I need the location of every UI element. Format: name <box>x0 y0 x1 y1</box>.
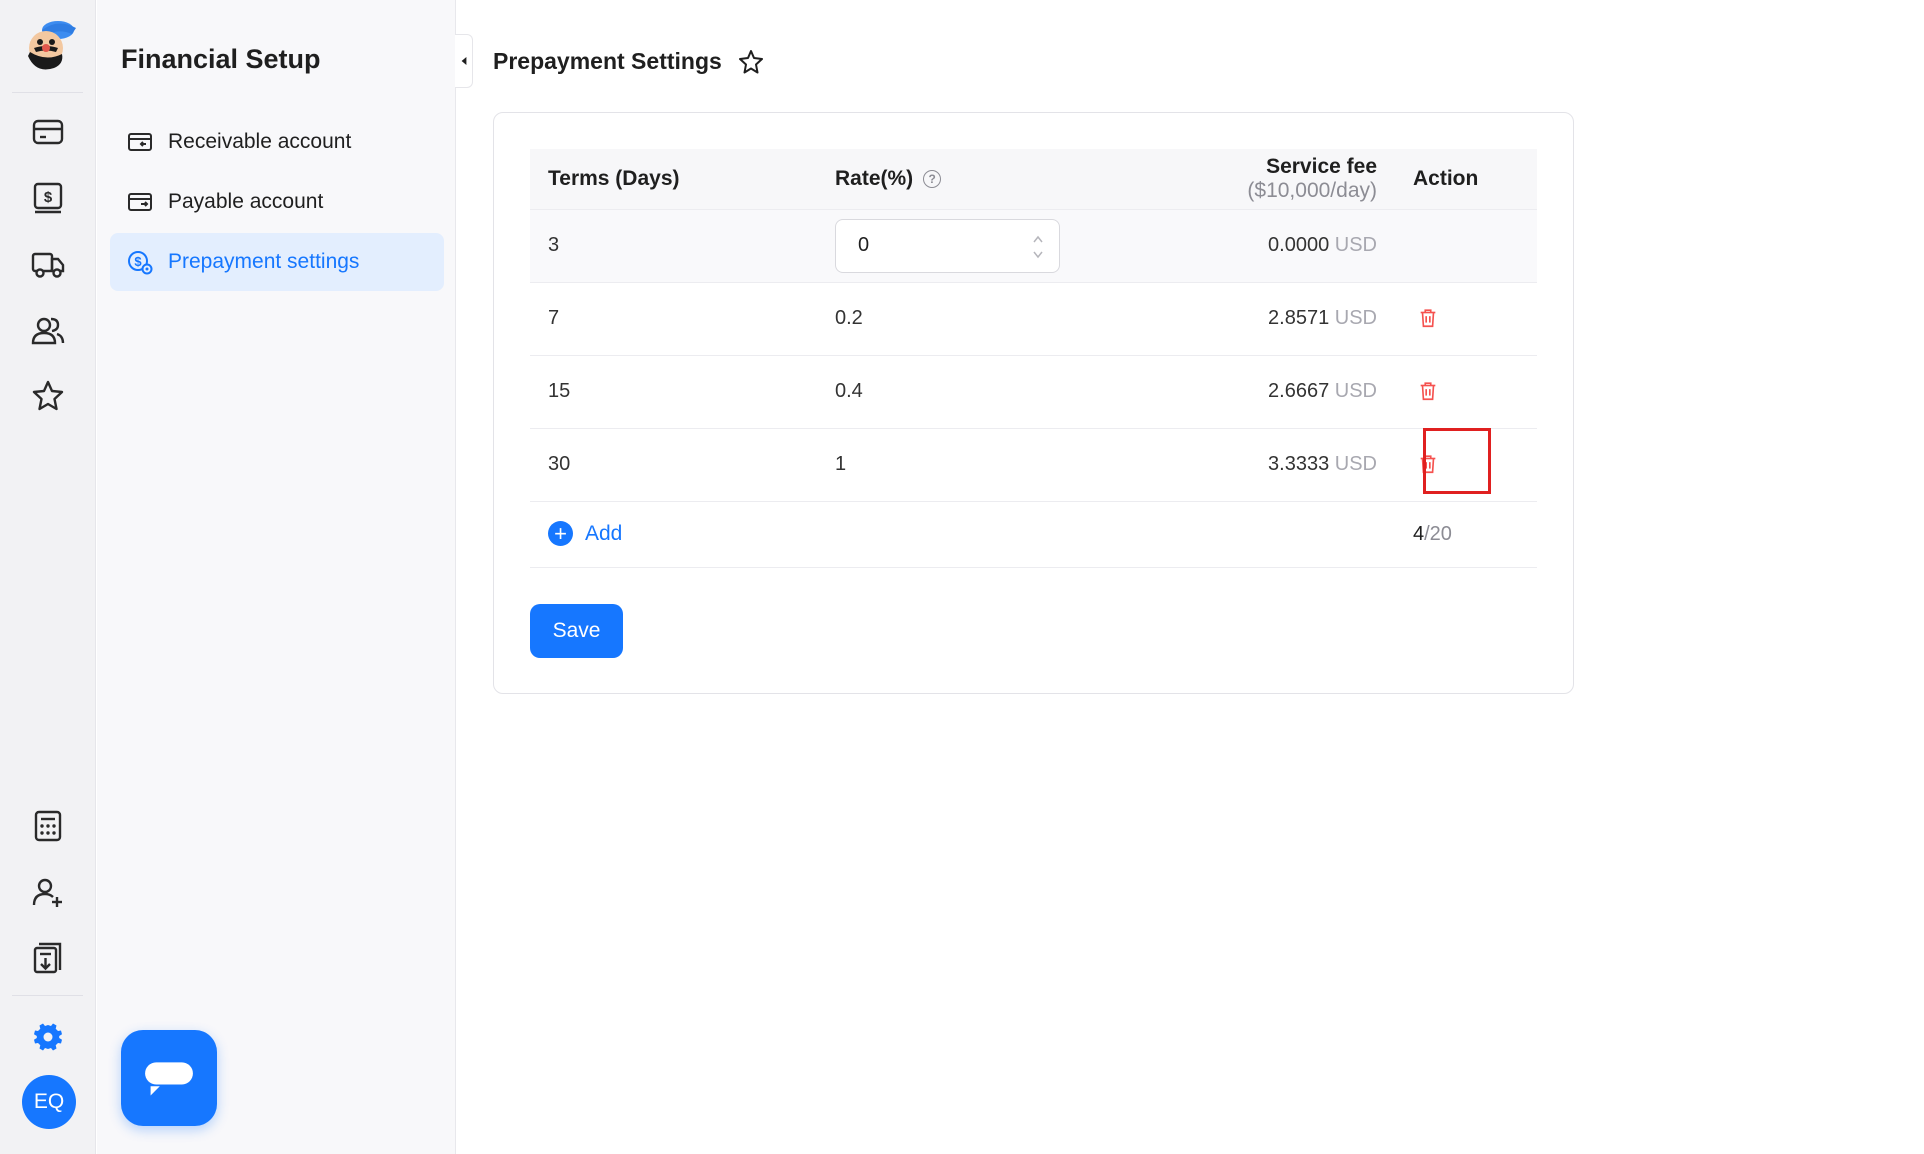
save-button[interactable]: Save <box>530 604 623 658</box>
rate-input-value: 0 <box>858 234 870 256</box>
fee-value: 3.3333 <box>1268 453 1330 475</box>
sidebar-item-label: Receivable account <box>168 130 352 153</box>
header-terms: Terms (Days) <box>530 149 817 210</box>
delete-trash-icon[interactable] <box>1413 376 1443 406</box>
settings-gear-icon[interactable] <box>24 1012 72 1060</box>
prepayment-terms-table: Terms (Days) Rate(%)? Service fee ($10,0… <box>530 149 1537 568</box>
calculator-icon[interactable] <box>24 802 72 850</box>
fee-currency: USD <box>1334 234 1377 256</box>
header-service-fee-unit: ($10,000/day) <box>1247 178 1377 202</box>
sidebar-item-label: Payable account <box>168 190 324 213</box>
rail-divider <box>12 995 83 996</box>
fee-value: 2.6667 <box>1268 380 1330 402</box>
fee-cell: 0.0000 USD <box>1132 209 1395 283</box>
table-row: 15 0.4 2.6667 USD <box>530 355 1537 429</box>
plus-circle-icon: + <box>548 521 573 547</box>
fee-cell: 2.6667 USD <box>1132 355 1395 429</box>
star-outline-icon[interactable] <box>737 48 765 76</box>
fee-currency: USD <box>1334 307 1377 329</box>
add-user-icon[interactable] <box>24 868 72 916</box>
header-rate-label: Rate(%) <box>835 166 914 190</box>
star-icon[interactable] <box>24 372 72 420</box>
row-count-total: /20 <box>1424 522 1452 545</box>
number-stepper-icon[interactable] <box>1033 232 1043 262</box>
prepayment-settings-card: Terms (Days) Rate(%)? Service fee ($10,0… <box>493 112 1574 694</box>
page-title: Prepayment Settings <box>493 48 722 74</box>
rail-divider <box>12 92 83 93</box>
table-row: 30 1 3.3333 USD <box>530 428 1537 502</box>
rate-cell: 0.2 <box>817 282 1132 356</box>
header-rate: Rate(%)? <box>817 149 1132 210</box>
fee-currency: USD <box>1334 453 1377 475</box>
svg-text:$: $ <box>44 189 53 206</box>
brand-logo[interactable] <box>16 18 80 74</box>
dollar-bill-icon[interactable]: $ <box>24 174 72 222</box>
icon-rail: $ EQ <box>0 0 96 1154</box>
caret-left-icon <box>461 57 466 65</box>
sidebar-item-receivable-account[interactable]: Receivable account <box>110 113 444 171</box>
financial-setup-sidebar: Financial Setup Receivable account Payab… <box>97 0 456 1154</box>
card-icon[interactable] <box>24 108 72 156</box>
table-row: 7 0.2 2.8571 USD <box>530 282 1537 356</box>
row-count-current: 4 <box>1413 522 1425 545</box>
fee-value: 0.0000 <box>1268 234 1330 256</box>
fee-currency: USD <box>1334 380 1377 402</box>
count-cell: 4/20 <box>1395 501 1537 568</box>
payable-card-icon <box>126 188 154 216</box>
rate-cell: 0.4 <box>817 355 1132 429</box>
header-service-fee: Service fee ($10,000/day) <box>1132 149 1395 210</box>
table-header-row: Terms (Days) Rate(%)? Service fee ($10,0… <box>530 149 1537 210</box>
add-label: Add <box>585 521 623 545</box>
fee-cell: 3.3333 USD <box>1132 428 1395 502</box>
collapse-sidebar-toggle[interactable] <box>455 34 473 88</box>
rate-cell: 0 <box>817 209 1132 283</box>
terms-cell: 7 <box>530 282 817 356</box>
sidebar-item-payable-account[interactable]: Payable account <box>110 173 444 231</box>
terms-cell: 30 <box>530 428 817 502</box>
receivable-card-icon <box>126 128 154 156</box>
action-cell <box>1395 282 1537 356</box>
delete-trash-icon[interactable] <box>1413 303 1443 333</box>
terms-cell: 15 <box>530 355 817 429</box>
header-service-fee-label: Service fee <box>1266 154 1377 178</box>
chat-support-button[interactable] <box>121 1030 217 1126</box>
sidebar-item-label: Prepayment settings <box>168 250 360 273</box>
truck-icon[interactable] <box>24 240 72 288</box>
delete-trash-icon[interactable] <box>1413 449 1443 479</box>
header-action: Action <box>1395 149 1537 210</box>
sidebar-title: Financial Setup <box>121 44 321 74</box>
table-row: 3 0 0.0000 USD <box>530 209 1537 283</box>
download-list-icon[interactable] <box>24 934 72 982</box>
prepayment-dollar-icon: $ <box>126 248 154 276</box>
fee-value: 2.8571 <box>1268 307 1330 329</box>
rate-cell: 1 <box>817 428 1132 502</box>
fee-cell: 2.8571 USD <box>1132 282 1395 356</box>
action-cell <box>1395 428 1537 502</box>
help-icon[interactable]: ? <box>923 170 942 189</box>
chat-bubble-icon <box>145 1062 193 1096</box>
add-row: + Add 4/20 <box>530 501 1537 568</box>
rate-input[interactable]: 0 <box>835 218 1060 273</box>
terms-cell: 3 <box>530 209 817 283</box>
row-count: 4/20 <box>1413 523 1452 545</box>
add-cell: + Add <box>530 501 1395 568</box>
add-term-button[interactable]: + Add <box>548 521 623 547</box>
action-cell <box>1395 209 1537 283</box>
user-avatar[interactable]: EQ <box>22 1075 76 1129</box>
sidebar-item-prepayment-settings[interactable]: $ Prepayment settings <box>110 233 444 291</box>
svg-text:$: $ <box>134 254 142 269</box>
users-icon[interactable] <box>24 306 72 354</box>
action-cell <box>1395 355 1537 429</box>
